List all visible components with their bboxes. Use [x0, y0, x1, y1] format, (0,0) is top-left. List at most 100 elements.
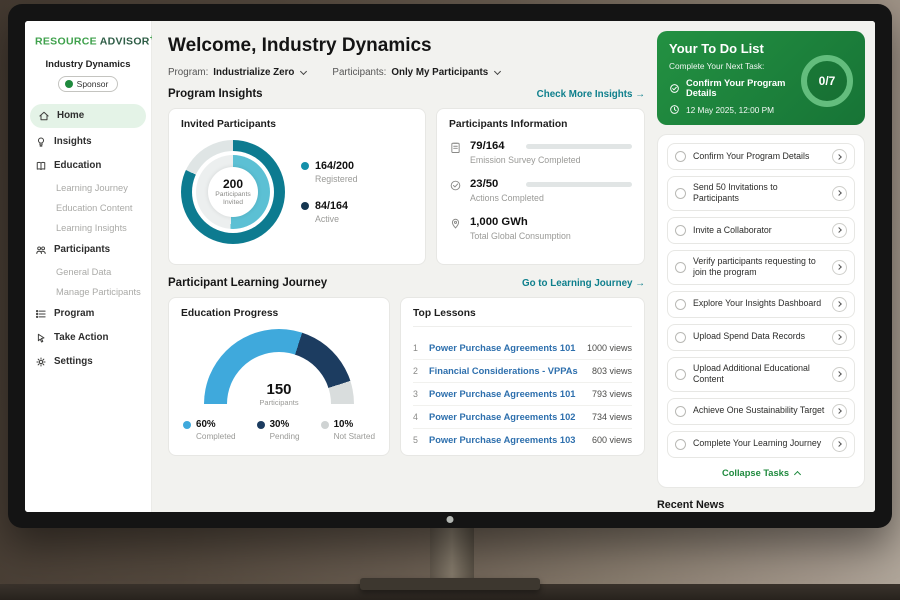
legend-item-completed: 60% Completed — [183, 419, 236, 441]
sidebar-item-learning-insights[interactable]: Learning Insights — [25, 218, 151, 238]
collapse-label: Collapse Tasks — [722, 468, 789, 478]
card-title: Invited Participants — [181, 119, 413, 130]
task-open-button[interactable] — [832, 367, 847, 382]
legend-dot — [301, 162, 309, 170]
task-confirm-program-details[interactable]: Confirm Your Program Details — [667, 143, 855, 170]
lesson-link[interactable]: Power Purchase Agreements 101 — [429, 343, 579, 353]
gauge-label: Participants — [204, 398, 354, 407]
main-panel: Welcome, Industry Dynamics Program: Indu… — [152, 21, 657, 512]
sidebar-item-take-action[interactable]: Take Action — [25, 326, 151, 350]
sponsor-badge-icon — [65, 80, 73, 88]
lesson-link[interactable]: Financial Considerations - VPPAs — [429, 366, 584, 376]
todo-title: Your To Do List — [669, 41, 853, 56]
room-background: RESOURCE ADVISOR+ Industry Dynamics Spon… — [0, 0, 900, 600]
sidebar-item-insights[interactable]: Insights — [25, 130, 151, 154]
participants-label: Participants: — [332, 67, 386, 78]
card-title: Participants Information — [449, 119, 632, 130]
task-upload-educational-content[interactable]: Upload Additional Educational Content — [667, 357, 855, 392]
sidebar-item-general-data[interactable]: General Data — [25, 262, 151, 282]
program-insights-header: Program Insights Check More Insights → — [168, 88, 645, 100]
info-body: 79/164 Emission Survey Completed — [470, 140, 632, 165]
sidebar-item-home[interactable]: Home — [30, 104, 146, 128]
task-open-button[interactable] — [832, 330, 847, 345]
lesson-views: 734 views — [592, 412, 632, 422]
info-label: Total Global Consumption — [470, 231, 632, 241]
sidebar-item-participants[interactable]: Participants — [25, 238, 151, 262]
program-label: Program: — [168, 67, 208, 78]
sidebar-item-education[interactable]: Education — [25, 154, 151, 178]
task-label: Confirm Your Program Details — [693, 151, 825, 162]
task-complete-learning-journey[interactable]: Complete Your Learning Journey — [667, 431, 855, 458]
lesson-link[interactable]: Power Purchase Agreements 103 — [429, 435, 584, 445]
task-open-button[interactable] — [832, 437, 847, 452]
info-row-emission-survey: 79/164 Emission Survey Completed — [449, 140, 632, 165]
progress-bar — [526, 144, 632, 149]
learning-journey-header: Participant Learning Journey Go to Learn… — [168, 277, 645, 289]
task-checkbox[interactable] — [675, 151, 686, 162]
legend-value: 164/200 — [315, 160, 358, 172]
people-icon — [35, 244, 47, 256]
task-send-invitations[interactable]: Send 50 Invitations to Participants — [667, 176, 855, 211]
sidebar-item-learning-journey[interactable]: Learning Journey — [25, 178, 151, 198]
lesson-link[interactable]: Power Purchase Agreements 101 — [429, 389, 584, 399]
task-open-button[interactable] — [832, 297, 847, 312]
info-value: 1,000 GWh — [470, 216, 528, 228]
brand-advisor: ADVISOR — [100, 36, 150, 48]
task-checkbox[interactable] — [675, 406, 686, 417]
lightbulb-icon — [35, 136, 47, 148]
task-upload-spend-data[interactable]: Upload Spend Data Records — [667, 324, 855, 351]
brand-resource: RESOURCE — [35, 36, 97, 48]
task-achieve-sustainability-target[interactable]: Achieve One Sustainability Target — [667, 398, 855, 425]
check-more-insights-link[interactable]: Check More Insights → — [537, 89, 645, 100]
card-title: Education Progress — [181, 308, 377, 319]
check-circle-icon — [449, 179, 462, 192]
task-invite-collaborator[interactable]: Invite a Collaborator — [667, 217, 855, 244]
task-open-button[interactable] — [832, 186, 847, 201]
program-dropdown[interactable]: Program: Industrialize Zero — [168, 67, 306, 78]
legend-value: 60% — [196, 419, 236, 430]
task-checkbox[interactable] — [675, 299, 686, 310]
task-checkbox[interactable] — [675, 332, 686, 343]
todo-progress-value: 0/7 — [819, 74, 836, 88]
donut-center: 200 Participants Invited — [208, 167, 258, 217]
task-checkbox[interactable] — [675, 262, 686, 273]
sidebar-item-label: Manage Participants — [56, 287, 141, 297]
participants-dropdown[interactable]: Participants: Only My Participants — [332, 67, 500, 78]
sidebar-item-manage-participants[interactable]: Manage Participants — [25, 282, 151, 302]
lesson-rank: 1 — [413, 343, 421, 353]
learning-cards-row: Education Progress 150 Participants — [168, 297, 645, 456]
arrow-right-icon: → — [635, 278, 645, 289]
task-checkbox[interactable] — [675, 369, 686, 380]
sidebar: RESOURCE ADVISOR+ Industry Dynamics Spon… — [25, 21, 152, 512]
lesson-row: 2 Financial Considerations - VPPAs 803 v… — [413, 360, 632, 383]
task-open-button[interactable] — [832, 260, 847, 275]
book-icon — [35, 160, 47, 172]
sidebar-item-label: Participants — [54, 244, 110, 255]
sidebar-item-settings[interactable]: Settings — [25, 350, 151, 374]
legend-value: 84/164 — [315, 200, 348, 212]
link-label: Check More Insights — [537, 89, 633, 100]
chevron-right-icon — [836, 408, 842, 414]
lesson-rank: 3 — [413, 389, 421, 399]
go-to-learning-journey-link[interactable]: Go to Learning Journey → — [522, 278, 645, 289]
task-verify-participants[interactable]: Verify participants requesting to join t… — [667, 250, 855, 285]
legend-label: Completed — [196, 432, 236, 441]
sidebar-item-education-content[interactable]: Education Content — [25, 198, 151, 218]
legend-value: 10% — [334, 419, 375, 430]
page-title: Welcome, Industry Dynamics — [168, 35, 645, 57]
sidebar-item-program[interactable]: Program — [25, 302, 151, 326]
task-checkbox[interactable] — [675, 188, 686, 199]
legend-dot — [257, 421, 265, 429]
section-title: Participant Learning Journey — [168, 277, 327, 289]
collapse-tasks-button[interactable]: Collapse Tasks — [667, 464, 855, 485]
task-checkbox[interactable] — [675, 225, 686, 236]
task-explore-insights[interactable]: Explore Your Insights Dashboard — [667, 291, 855, 318]
lesson-link[interactable]: Power Purchase Agreements 102 — [429, 412, 584, 422]
task-open-button[interactable] — [832, 223, 847, 238]
task-open-button[interactable] — [832, 149, 847, 164]
chevron-right-icon — [836, 441, 842, 447]
task-checkbox[interactable] — [675, 439, 686, 450]
legend-label: Not Started — [334, 432, 375, 441]
section-title: Program Insights — [168, 88, 263, 100]
task-open-button[interactable] — [832, 404, 847, 419]
